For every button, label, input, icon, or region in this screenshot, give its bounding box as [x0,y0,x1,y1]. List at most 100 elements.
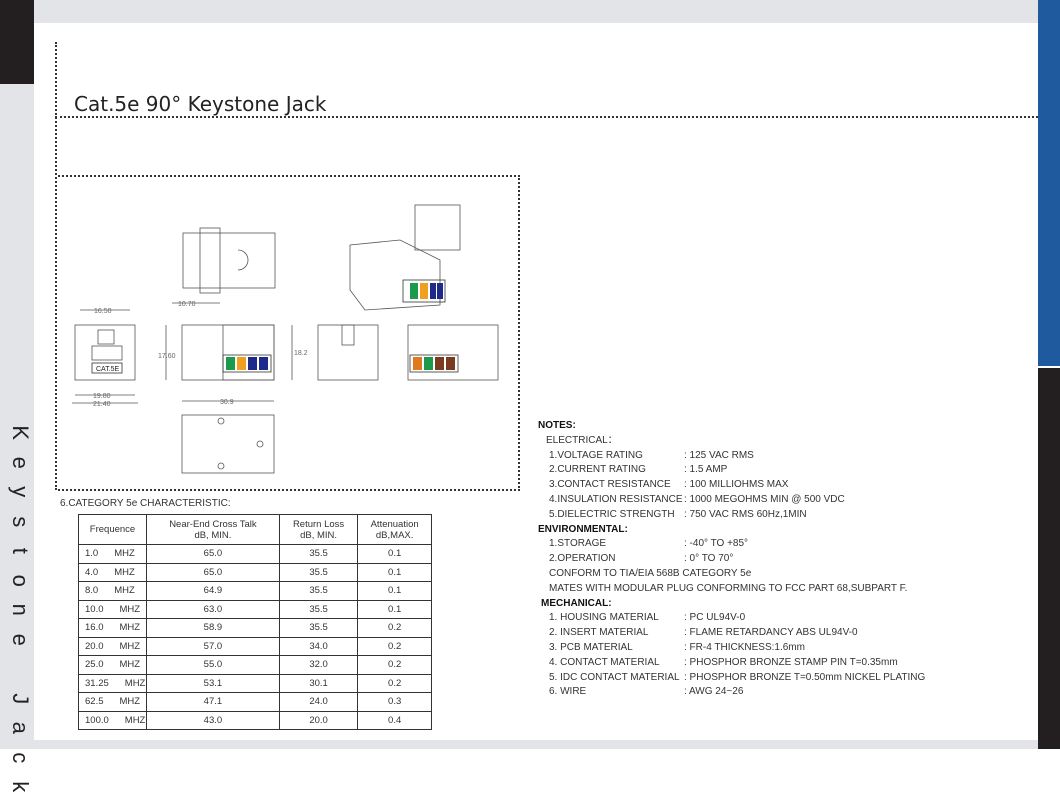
freq-value: 100.0 [85,714,109,726]
note-value: : AWG 24~26 [684,686,744,698]
cell-attenuation: 0.2 [357,636,432,656]
mates-note: MATES WITH MODULAR PLUG CONFORMING TO FC… [549,582,908,594]
cell-next: 65.0 [146,544,280,564]
table-row: 25.0 MHZ 55.0 32.0 0.2 [78,655,432,675]
note-item: 3.CONTACT RESISTANCE : 100 MILLIOHMS MAX [538,478,925,493]
note-value: : FR-4 THICKNESS:1.6mm [684,641,805,653]
table-row: 4.0 MHZ 65.0 35.5 0.1 [78,562,432,582]
table-row: 20.0 MHZ 57.0 34.0 0.2 [78,636,432,656]
cell-next: 57.0 [146,636,280,656]
freq-unit: MHZ [119,659,141,671]
side-letter: e [7,456,33,469]
freq-unit: MHZ [119,696,141,708]
cell-return-loss: 35.5 [278,599,359,619]
side-view-right [407,324,499,381]
freq-unit: MHZ [114,585,135,597]
note-item: 4.INSULATION RESISTANCE: 1000 MEGOHMS MI… [538,493,925,508]
freq-unit: MHZ [114,548,135,560]
freq-unit: MHZ [124,677,146,689]
header-return-loss: Return Loss dB, MIN. [278,514,359,545]
table-row: 10.0 MHZ 63.0 35.5 0.1 [78,599,432,619]
note-key: 3.CONTACT RESISTANCE [549,479,671,491]
right-black-bar [1038,368,1060,749]
note-key: 1.STORAGE [549,538,607,550]
note-item: 5. IDC CONTACT MATERIAL : PHOSPHOR BRONZE… [538,671,925,686]
mechanical-heading: MECHANICAL: [541,597,612,609]
side-letter: e [7,633,33,646]
cell-frequency: 25.0 MHZ [78,655,147,675]
freq-value: 10.0 [85,603,104,615]
cell-attenuation: 0.1 [357,599,432,619]
note-key: 1.VOLTAGE RATING [549,449,643,461]
header-next: Near-End Cross Talk dB, MIN. [146,514,280,545]
cell-frequency: 4.0 MHZ [78,562,147,582]
cell-next: 47.1 [146,692,280,712]
table-row: 16.0 MHZ 58.9 35.5 0.2 [78,618,432,638]
dimension-label: 10.70 [178,301,196,308]
cell-frequency: 31.25 MHZ [78,673,147,693]
note-value: : PHOSPHOR BRONZE T=0.50mm NICKEL PLATIN… [684,671,926,683]
cell-next: 64.9 [146,581,280,601]
cat5e-label: CAT.5E [96,366,120,373]
table-row: 1.0 MHZ 65.0 35.5 0.1 [78,544,432,564]
cell-return-loss: 35.5 [278,581,359,601]
cell-frequency: 8.0 MHZ [78,581,147,601]
table-row: 31.25 MHZ 53.1 30.1 0.2 [78,673,432,693]
note-key: 5.DIELECTRIC STRENGTH [549,508,675,520]
freq-value: 31.25 [85,677,109,689]
note-item: 3. PCB MATERIAL: FR-4 THICKNESS:1.6mm [538,641,925,656]
left-black-block [0,0,34,84]
right-blue-bar [1038,0,1060,366]
side-letter: k [7,781,33,793]
freq-unit: MHZ [119,640,141,652]
page-title: Cat.5e 90° Keystone Jack [74,92,327,116]
side-letter: y [7,486,33,498]
side-letter: J [7,692,33,704]
cell-return-loss: 35.5 [278,544,359,564]
freq-value: 20.0 [85,640,104,652]
note-value: : 0° TO 70° [684,553,734,565]
cell-attenuation: 0.1 [357,544,432,564]
cell-next: 58.9 [146,618,280,638]
note-key: 6. WIRE [549,686,587,698]
note-value: : FLAME RETARDANCY ABS UL94V-0 [684,627,858,639]
cell-attenuation: 0.1 [357,562,432,582]
note-value: : 1.5 AMP [684,464,728,476]
freq-value: 1.0 [85,548,99,560]
cell-frequency: 1.0 MHZ [78,544,147,564]
note-key: 2. INSERT MATERIAL [549,627,649,639]
note-item: 4. CONTACT MATERIAL: PHOSPHOR BRONZE STA… [538,656,925,671]
note-key: 1. HOUSING MATERIAL [549,612,659,624]
note-key: 4. CONTACT MATERIAL [549,656,660,668]
left-dotted-rule [55,42,57,490]
cell-return-loss: 32.0 [278,655,359,675]
cell-frequency: 10.0 MHZ [78,599,147,619]
note-value: : -40° TO +85° [684,538,749,550]
cell-next: 55.0 [146,655,280,675]
freq-unit: MHZ [119,603,141,615]
cell-frequency: 20.0 MHZ [78,636,147,656]
note-key: 2.CURRENT RATING [549,464,646,476]
title-dotted-rule [55,116,1038,118]
note-key: 5. IDC CONTACT MATERIAL [549,671,680,683]
freq-value: 62.5 [85,696,104,708]
note-item: 5.DIELECTRIC STRENGTH: 750 VAC RMS 60Hz,… [538,508,925,523]
cell-next: 53.1 [146,673,280,693]
dimension-label: 16.50 [94,308,112,315]
cell-return-loss: 30.1 [278,673,359,693]
freq-value: 4.0 [85,566,99,578]
note-value: : PC UL94V-0 [684,612,746,624]
side-letter: t [7,547,33,554]
note-item: 6. WIRE : AWG 24~26 [538,685,925,700]
dimension-label: 19.80 [93,393,111,400]
note-item: 1.VOLTAGE RATING: 125 VAC RMS [538,449,925,464]
cell-attenuation: 0.2 [357,673,432,693]
technical-drawing: 10.70 CAT.5E 16.50 19.80 21.40 17.60 18.… [72,204,499,474]
note-value: : 100 MILLIOHMS MAX [684,479,789,491]
cell-next: 43.0 [146,710,280,730]
note-item: 2.OPERATION: 0° TO 70° [538,552,925,567]
note-key: 4.INSULATION RESISTANCE [549,493,683,505]
note-item: 1. HOUSING MATERIAL : PC UL94V-0 [538,611,925,626]
freq-unit: MHZ [114,566,135,578]
cell-attenuation: 0.1 [357,581,432,601]
